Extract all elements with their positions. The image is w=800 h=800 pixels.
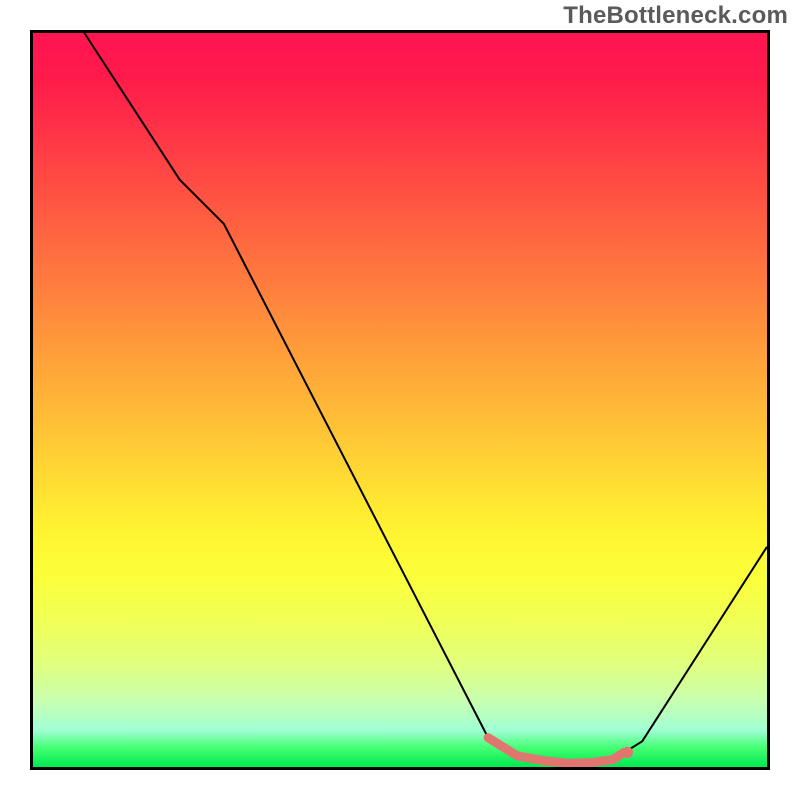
chart-svg <box>33 33 767 767</box>
highlight-marker-1 <box>622 747 633 758</box>
highlight-segment <box>488 738 624 764</box>
chart-frame: TheBottleneck.com <box>0 0 800 800</box>
watermark-text: TheBottleneck.com <box>563 2 788 30</box>
bottleneck-curve <box>84 33 767 763</box>
curve-layer <box>84 33 767 763</box>
plot-area <box>30 30 770 770</box>
highlight-marker-0 <box>612 753 621 762</box>
